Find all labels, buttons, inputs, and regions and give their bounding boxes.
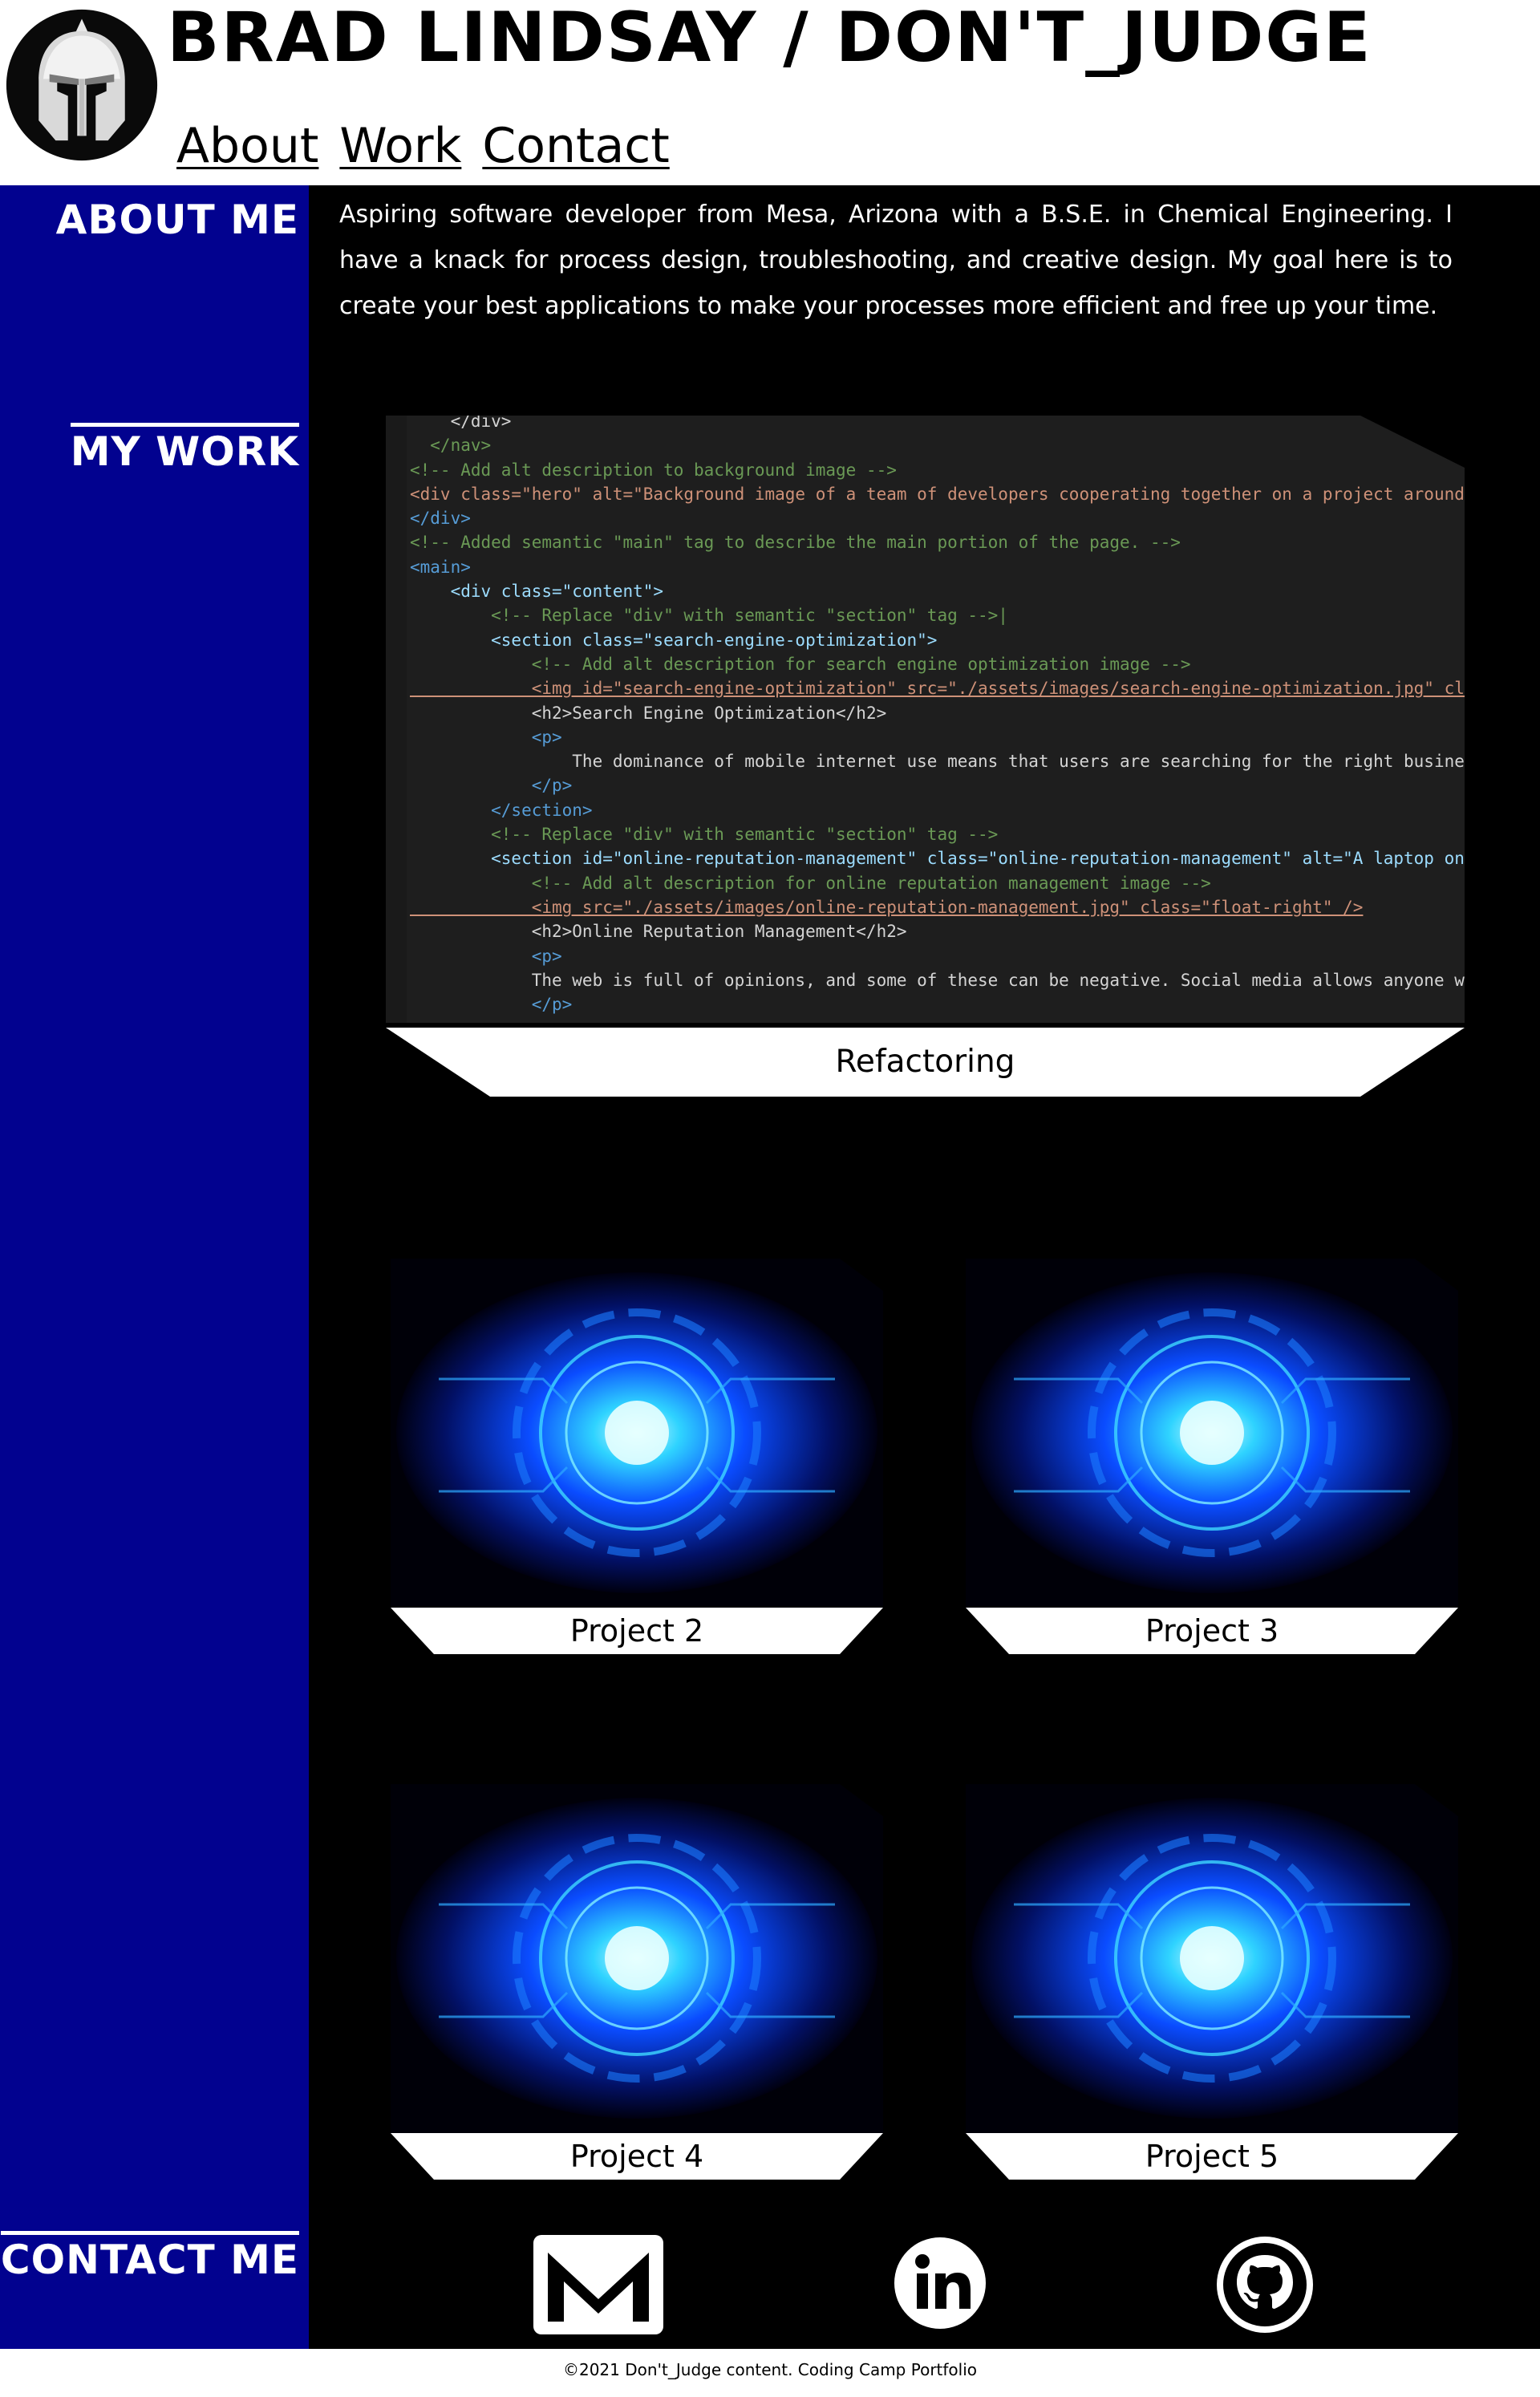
circuit-eye-image[interactable] xyxy=(966,1784,1458,2133)
code-line: <section class="search-engine-optimizati… xyxy=(410,630,938,650)
code-line: <h2>Search Engine Optimization</h2> xyxy=(410,703,887,723)
work-heading: MY WORK xyxy=(70,423,299,475)
code-block: </div> </nav> <!-- Add alt description to… xyxy=(410,416,1465,1016)
project-title[interactable]: Project 5 xyxy=(966,2133,1458,2180)
featured-project-screenshot[interactable]: </div> </nav> <!-- Add alt description to… xyxy=(386,416,1465,1023)
code-line: <img src="./assets/images/online-reputat… xyxy=(410,897,1364,917)
code-line: <section id="online-reputation-managemen… xyxy=(410,849,1465,869)
project-title[interactable]: Project 2 xyxy=(391,1608,883,1654)
project-title[interactable]: Project 4 xyxy=(391,2133,883,2180)
code-line: The web is full of opinions, and some of… xyxy=(410,970,1465,990)
about-heading: ABOUT ME xyxy=(55,197,299,243)
code-line: </p> xyxy=(410,776,573,796)
project-card[interactable]: Project 2 xyxy=(391,1259,883,1654)
footer-text: ©2021 Don't_Judge content. Coding Camp P… xyxy=(562,2360,978,2379)
github-icon[interactable] xyxy=(1216,2236,1314,2334)
code-line: <!-- Added semantic "main" tag to descri… xyxy=(410,533,1181,553)
circuit-eye-icon xyxy=(966,1784,1458,2133)
code-line: <!-- Add alt description to background i… xyxy=(410,460,897,480)
code-line: </p> xyxy=(410,995,573,1015)
site-title: BRAD LINDSAY / DON'T_JUDGE xyxy=(167,0,1372,78)
nav-link-about[interactable]: About xyxy=(176,117,318,175)
linkedin-icon[interactable] xyxy=(894,2237,987,2330)
code-line: <p> xyxy=(410,946,562,966)
nav-link-contact[interactable]: Contact xyxy=(482,117,669,175)
code-line: <img id="search-engine-optimization" src… xyxy=(410,679,1465,699)
circuit-eye-icon xyxy=(391,1259,883,1608)
code-line: <h2>Online Reputation Management</h2> xyxy=(410,922,907,942)
code-line: </section> xyxy=(410,800,593,820)
project-card[interactable]: Project 3 xyxy=(966,1259,1458,1654)
code-line: </div> xyxy=(410,416,512,431)
sidebar: ABOUT ME MY WORK CONTACT ME xyxy=(0,185,309,2349)
code-line: <main> xyxy=(410,557,471,577)
code-line: <!-- Add alt description for search engi… xyxy=(410,654,1191,674)
circuit-eye-icon xyxy=(391,1784,883,2133)
code-line: <!-- Replace "div" with semantic "sectio… xyxy=(410,825,999,845)
project-card[interactable]: Project 5 xyxy=(966,1784,1458,2180)
code-line: <p> xyxy=(410,727,562,747)
code-line: </div> xyxy=(410,509,471,529)
featured-project-title[interactable]: Refactoring xyxy=(386,1028,1465,1097)
site-header: BRAD LINDSAY / DON'T_JUDGE About Work Co… xyxy=(0,0,1540,185)
editor-gutter xyxy=(386,416,407,1023)
circuit-eye-image[interactable] xyxy=(966,1259,1458,1608)
circuit-eye-icon xyxy=(966,1259,1458,1608)
code-line: </nav> xyxy=(410,436,492,456)
main-content: Aspiring software developer from Mesa, A… xyxy=(309,185,1540,2349)
circuit-eye-image[interactable] xyxy=(391,1259,883,1608)
circuit-eye-image[interactable] xyxy=(391,1784,883,2133)
code-line: <!-- Add alt description for online repu… xyxy=(410,873,1211,893)
about-text: Aspiring software developer from Mesa, A… xyxy=(339,201,1453,320)
nav-link-work[interactable]: Work xyxy=(339,117,461,175)
mail-icon[interactable] xyxy=(533,2235,663,2334)
footer: ©2021 Don't_Judge content. Coding Camp P… xyxy=(0,2349,1540,2397)
project-title[interactable]: Project 3 xyxy=(966,1608,1458,1654)
spartan-helmet-icon xyxy=(6,9,158,161)
code-line: The dominance of mobile internet use mea… xyxy=(410,752,1465,772)
main-nav: About Work Contact xyxy=(176,117,670,175)
contact-heading: CONTACT ME xyxy=(0,2231,299,2283)
project-card[interactable]: Project 4 xyxy=(391,1784,883,2180)
code-line: <!-- Replace "div" with semantic "sectio… xyxy=(410,606,1008,626)
code-line: <div class="hero" alt="Background image … xyxy=(410,484,1465,504)
code-line: <div class="content"> xyxy=(410,582,664,602)
featured-project[interactable]: </div> </nav> <!-- Add alt description to… xyxy=(386,416,1465,1097)
